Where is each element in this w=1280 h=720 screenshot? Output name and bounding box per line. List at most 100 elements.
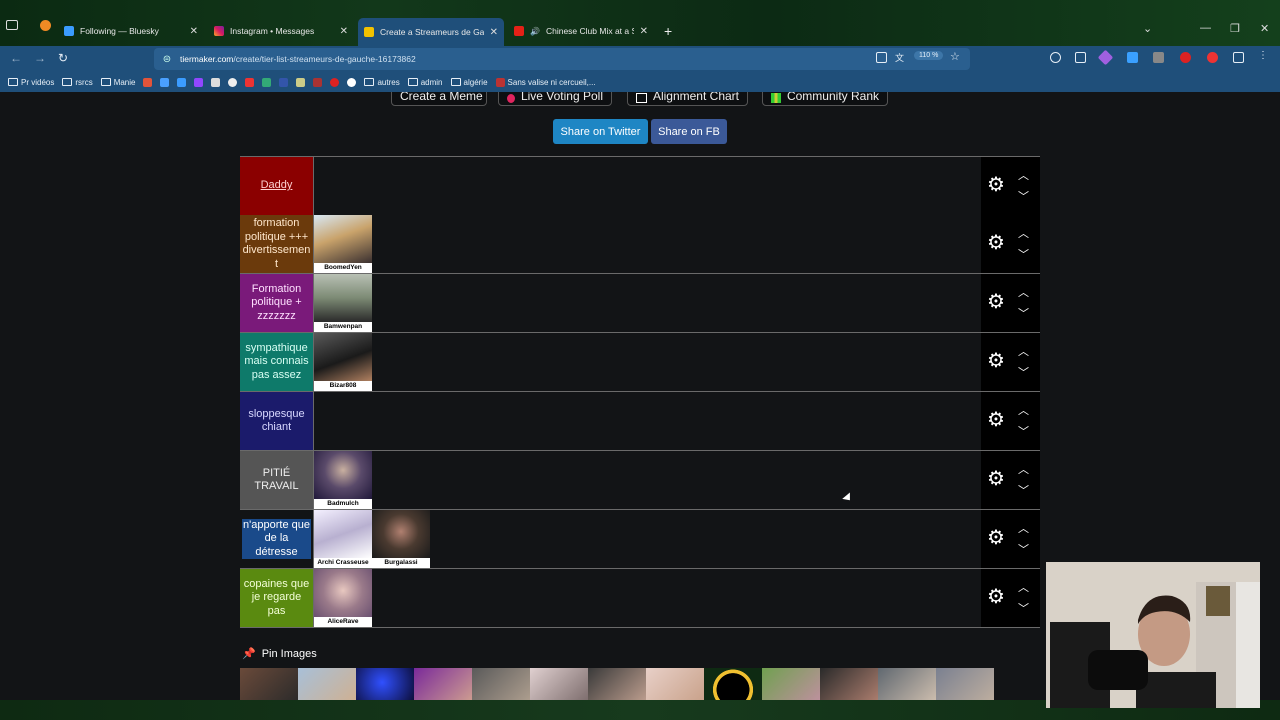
share-twitter-button[interactable]: Share on Twitter bbox=[553, 119, 648, 144]
bookmark-globe-icon[interactable] bbox=[262, 77, 272, 87]
tier-drop-zone[interactable] bbox=[313, 157, 981, 215]
bookmark-gear-icon[interactable] bbox=[228, 77, 238, 87]
close-icon[interactable]: ✕ bbox=[490, 27, 498, 38]
gear-icon[interactable]: ⚙ bbox=[987, 410, 1007, 430]
close-icon[interactable]: ✕ bbox=[340, 26, 348, 37]
chevron-down-icon[interactable]: ﹀ bbox=[1018, 423, 1029, 439]
tier-label[interactable]: n'apporte que de la détresse bbox=[240, 510, 313, 568]
bookmark-folder[interactable]: algérie bbox=[450, 78, 488, 87]
extension-red-icon[interactable] bbox=[1207, 52, 1218, 63]
gear-icon[interactable]: ⚙ bbox=[987, 175, 1007, 195]
gear-icon[interactable]: ⚙ bbox=[987, 292, 1007, 312]
tier-item[interactable]: Bamwenpan bbox=[314, 274, 372, 332]
gear-icon[interactable]: ⚙ bbox=[987, 587, 1007, 607]
tier-label[interactable]: copaines que je regarde pas bbox=[240, 569, 313, 627]
unranked-image[interactable] bbox=[936, 668, 994, 704]
tab-youtube[interactable]: 🔊 Chinese Club Mix at a Senio ✕ bbox=[508, 20, 654, 42]
chevron-down-icon[interactable]: ﹀ bbox=[1018, 541, 1029, 557]
chevron-down-icon[interactable]: ﹀ bbox=[1018, 246, 1029, 262]
alignment-chart-button[interactable]: Alignment Chart bbox=[627, 92, 748, 106]
unranked-image[interactable] bbox=[820, 668, 878, 704]
profile-icon[interactable] bbox=[1050, 52, 1061, 63]
forward-icon[interactable]: → bbox=[34, 51, 46, 65]
extension-blue-icon[interactable] bbox=[1127, 52, 1138, 63]
extension-glasses-icon[interactable] bbox=[1153, 52, 1164, 63]
tier-label[interactable]: Formation politique + zzzzzzz bbox=[240, 274, 313, 332]
create-meme-button[interactable]: Create a Meme bbox=[391, 92, 487, 106]
address-bar[interactable]: ⊜ tiermaker.com/create/tier-list-streame… bbox=[154, 48, 970, 70]
gear-icon[interactable]: ⚙ bbox=[987, 233, 1007, 253]
adblock-icon[interactable] bbox=[1180, 52, 1191, 63]
tier-drop-zone[interactable] bbox=[313, 392, 981, 450]
chevron-up-icon[interactable]: ︿ bbox=[1018, 167, 1029, 183]
chevron-down-icon[interactable]: ﹀ bbox=[1018, 364, 1029, 380]
tier-item[interactable]: BoomedYen bbox=[314, 215, 372, 273]
chevron-up-icon[interactable]: ︿ bbox=[1018, 402, 1029, 418]
zoom-badge[interactable]: 110 % bbox=[914, 51, 944, 60]
live-voting-poll-button[interactable]: Live Voting Poll bbox=[498, 92, 612, 106]
bookmark-heart-icon[interactable] bbox=[211, 77, 221, 87]
menu-icon[interactable]: ⋮ bbox=[1258, 50, 1269, 61]
tier-drop-zone[interactable]: Bizar808 bbox=[313, 333, 981, 391]
tier-drop-zone[interactable]: Bamwenpan bbox=[313, 274, 981, 332]
tier-label[interactable]: Daddy bbox=[240, 157, 313, 215]
close-window-icon[interactable]: ✕ bbox=[1260, 22, 1269, 35]
tier-item[interactable]: Archi Crasseuse bbox=[314, 510, 372, 568]
tier-drop-zone[interactable]: AliceRave bbox=[313, 569, 981, 627]
chevron-up-icon[interactable]: ︿ bbox=[1018, 225, 1029, 241]
restore-icon[interactable]: ❐ bbox=[1230, 22, 1240, 35]
chevron-up-icon[interactable]: ︿ bbox=[1018, 520, 1029, 536]
unranked-image[interactable] bbox=[762, 668, 820, 704]
bookmark-m-icon[interactable] bbox=[313, 77, 323, 87]
tier-drop-zone[interactable]: BoomedYen bbox=[313, 215, 981, 273]
chevron-up-icon[interactable]: ︿ bbox=[1018, 343, 1029, 359]
bookmark-folder[interactable]: rsrcs bbox=[62, 78, 93, 87]
tier-item[interactable]: Burgalassi bbox=[372, 510, 430, 568]
share-facebook-button[interactable]: Share on FB bbox=[651, 119, 727, 144]
community-rank-button[interactable]: Community Rank bbox=[762, 92, 888, 106]
unranked-image[interactable] bbox=[298, 668, 356, 704]
unranked-image[interactable] bbox=[240, 668, 298, 704]
bookmark-star-icon[interactable] bbox=[245, 77, 255, 87]
chevron-down-icon[interactable]: ﹀ bbox=[1018, 482, 1029, 498]
bookmark-butterfly-icon[interactable] bbox=[177, 77, 187, 87]
minimize-icon[interactable]: — bbox=[1200, 22, 1211, 34]
tab-overview-icon[interactable] bbox=[6, 20, 18, 30]
bookmark-blue-icon[interactable] bbox=[160, 77, 170, 87]
pinned-tab-icon[interactable] bbox=[40, 20, 51, 31]
tab-instagram[interactable]: Instagram • Messages ✕ bbox=[208, 20, 354, 42]
tier-label[interactable]: sympathique mais connais pas assez bbox=[240, 333, 313, 391]
tab-tiermaker[interactable]: Create a Streameurs de Gauche ✕ bbox=[358, 18, 504, 46]
bookmark-doc-icon[interactable] bbox=[296, 77, 306, 87]
translate-icon[interactable]: 文 bbox=[895, 51, 906, 63]
bookmark-twitch-icon[interactable] bbox=[194, 77, 204, 87]
reload-icon[interactable]: ↻ bbox=[58, 51, 68, 65]
tab-bluesky[interactable]: Following — Bluesky ✕ bbox=[58, 20, 204, 42]
install-app-icon[interactable] bbox=[876, 52, 887, 63]
unranked-image[interactable] bbox=[530, 668, 588, 704]
unranked-image[interactable] bbox=[356, 668, 414, 704]
tier-label[interactable]: formation politique +++ divertissement bbox=[240, 215, 313, 273]
bookmark-google-icon[interactable] bbox=[347, 77, 357, 87]
speaker-icon[interactable]: 🔊 bbox=[530, 27, 540, 36]
close-icon[interactable]: ✕ bbox=[190, 26, 198, 37]
gear-icon[interactable]: ⚙ bbox=[987, 528, 1007, 548]
chevron-up-icon[interactable]: ︿ bbox=[1018, 461, 1029, 477]
new-tab-button[interactable]: + bbox=[664, 23, 672, 39]
unranked-image[interactable] bbox=[472, 668, 530, 704]
gear-icon[interactable]: ⚙ bbox=[987, 469, 1007, 489]
bookmark-folder[interactable]: Pr vidéos bbox=[8, 78, 54, 87]
back-icon[interactable]: ← bbox=[10, 51, 22, 65]
site-info-icon[interactable]: ⊜ bbox=[160, 54, 174, 65]
extensions-icon[interactable] bbox=[1075, 52, 1086, 63]
unranked-image[interactable] bbox=[646, 668, 704, 704]
close-icon[interactable]: ✕ bbox=[640, 26, 648, 37]
bookmark-folder[interactable]: Manie bbox=[100, 78, 135, 87]
gear-icon[interactable]: ⚙ bbox=[987, 351, 1007, 371]
unranked-image[interactable] bbox=[878, 668, 936, 704]
tier-drop-zone[interactable]: Badmulch bbox=[313, 451, 981, 509]
chevron-down-icon[interactable]: ﹀ bbox=[1018, 188, 1029, 204]
bookmark-b-icon[interactable] bbox=[279, 77, 289, 87]
unranked-image[interactable] bbox=[588, 668, 646, 704]
chevron-up-icon[interactable]: ︿ bbox=[1018, 284, 1029, 300]
